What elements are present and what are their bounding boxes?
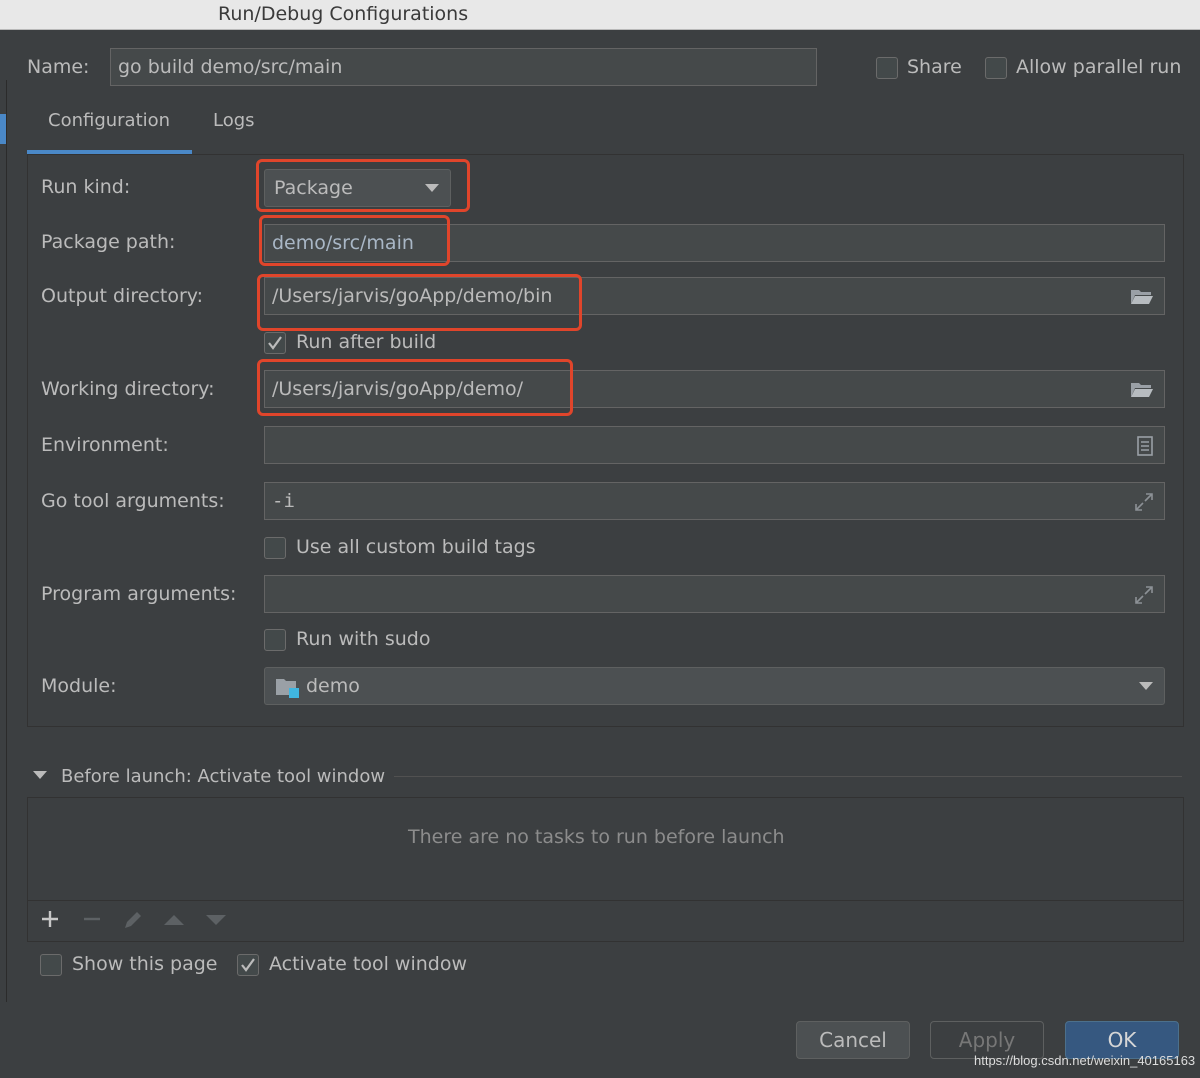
before-launch-header[interactable]: Before launch: Activate tool window (61, 766, 385, 787)
checkmark-icon (241, 958, 255, 972)
package-path-label: Package path: (41, 231, 176, 253)
section-separator (394, 776, 1182, 777)
left-selection-accent (0, 114, 6, 144)
allow-parallel-label: Allow parallel run (1016, 56, 1182, 78)
collapse-triangle-icon[interactable] (33, 771, 47, 780)
left-strip (0, 80, 7, 1002)
share-label: Share (907, 56, 962, 78)
allow-parallel-checkbox[interactable] (985, 57, 1007, 79)
show-this-page-label: Show this page (72, 953, 218, 975)
go-tool-arguments-label: Go tool arguments: (41, 490, 225, 512)
program-arguments-input[interactable] (264, 575, 1165, 613)
module-dropdown[interactable]: demo (264, 667, 1165, 705)
cancel-button[interactable]: Cancel (796, 1021, 910, 1059)
tab-logs[interactable]: Logs (213, 110, 255, 131)
name-input[interactable]: go build demo/src/main (110, 48, 817, 86)
run-with-sudo-checkbox[interactable] (264, 629, 286, 651)
tab-configuration[interactable]: Configuration (48, 110, 170, 131)
window-title: Run/Debug Configurations (0, 0, 1200, 30)
move-down-icon[interactable] (206, 914, 226, 926)
custom-build-tags-label: Use all custom build tags (296, 536, 536, 558)
remove-icon[interactable] (82, 909, 102, 929)
watermark: https://blog.csdn.net/weixin_40165163 (974, 1053, 1196, 1068)
output-directory-label: Output directory: (41, 285, 204, 307)
tasks-toolbar (28, 900, 1183, 941)
go-tool-arguments-input[interactable]: -i (264, 482, 1165, 520)
working-directory-label: Working directory: (41, 378, 215, 400)
highlight-run-kind (256, 159, 470, 212)
expand-icon[interactable] (1134, 585, 1154, 605)
no-tasks-text: There are no tasks to run before launch (408, 826, 785, 848)
module-value: demo (306, 675, 360, 697)
document-icon[interactable] (1136, 436, 1154, 456)
run-after-build-checkbox[interactable] (264, 332, 286, 354)
highlight-output-directory (257, 274, 582, 331)
activate-tool-window-label: Activate tool window (269, 953, 468, 975)
environment-input[interactable] (264, 426, 1165, 464)
edit-icon[interactable] (122, 909, 144, 931)
checkmark-icon (268, 336, 282, 350)
show-this-page-checkbox[interactable] (40, 954, 62, 976)
custom-build-tags-checkbox[interactable] (264, 537, 286, 559)
run-kind-label: Run kind: (41, 176, 131, 198)
name-label: Name: (27, 56, 90, 78)
activate-tool-window-checkbox[interactable] (237, 954, 259, 976)
highlight-working-directory (257, 359, 573, 416)
chevron-down-icon (1139, 682, 1153, 690)
share-checkbox[interactable] (876, 57, 898, 79)
highlight-package-path (259, 215, 450, 266)
module-folder-icon (276, 679, 299, 698)
environment-label: Environment: (41, 434, 169, 456)
run-with-sudo-label: Run with sudo (296, 628, 431, 650)
module-label: Module: (41, 675, 117, 697)
run-after-build-label: Run after build (296, 331, 437, 353)
program-arguments-label: Program arguments: (41, 583, 237, 605)
add-icon[interactable] (40, 909, 60, 929)
move-up-icon[interactable] (164, 914, 184, 926)
folder-open-icon[interactable] (1130, 287, 1154, 305)
expand-icon[interactable] (1134, 492, 1154, 512)
folder-open-icon[interactable] (1130, 380, 1154, 398)
go-tool-arguments-value: -i (272, 490, 295, 512)
